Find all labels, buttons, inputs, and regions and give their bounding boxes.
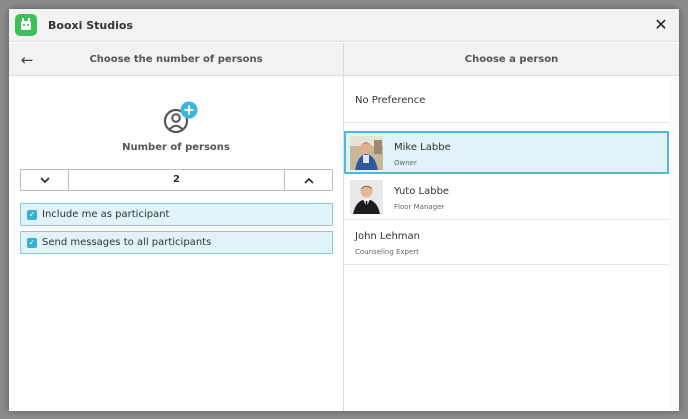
person-item-john-lehman[interactable]: John Lehman Counseling Expert <box>344 220 669 265</box>
persons-count-title: Choose the number of persons <box>89 54 263 65</box>
increment-button[interactable] <box>284 170 332 190</box>
person-role: Counseling Expert <box>355 248 419 256</box>
persons-stepper: 2 <box>20 169 333 191</box>
app-title: Booxi Studios <box>48 19 133 32</box>
scrollbar-thumb[interactable] <box>671 77 678 411</box>
no-preference-item[interactable]: No Preference <box>344 77 669 123</box>
chevron-up-icon <box>303 177 314 184</box>
choose-person-title: Choose a person <box>464 54 559 65</box>
checkbox-checked-icon[interactable]: ✓ <box>27 238 37 248</box>
close-button[interactable]: ✕ <box>651 15 671 35</box>
person-role: Floor Manager <box>394 203 445 211</box>
chevron-down-icon <box>39 176 50 183</box>
booking-dialog: Booxi Studios ✕ ← Choose the number of p… <box>9 9 679 411</box>
number-of-persons-label: Number of persons <box>122 142 230 153</box>
person-photo <box>350 136 383 170</box>
person-list-pane: No Preference Mike Labbe Owner Yuto Labb… <box>344 77 679 411</box>
add-person-icon <box>163 101 198 134</box>
person-name: Yuto Labbe <box>394 186 450 197</box>
send-messages-option[interactable]: ✓ Send messages to all participants <box>20 231 333 254</box>
section-header: ← Choose the number of persons Choose a … <box>9 43 679 76</box>
persons-count-value[interactable]: 2 <box>69 170 284 190</box>
persons-count-pane: Number of persons 2 ✓ Include me as part… <box>9 77 343 411</box>
person-role: Owner <box>394 159 417 167</box>
no-preference-label: No Preference <box>355 95 426 106</box>
include-me-label: Include me as participant <box>42 209 170 220</box>
scrollbar[interactable] <box>670 77 679 411</box>
person-item-mike-labbe[interactable]: Mike Labbe Owner <box>344 131 669 174</box>
app-logo-icon <box>15 14 37 36</box>
include-me-option[interactable]: ✓ Include me as participant <box>20 203 333 226</box>
send-messages-label: Send messages to all participants <box>42 237 212 248</box>
person-item-yuto-labbe[interactable]: Yuto Labbe Floor Manager <box>344 175 669 220</box>
decrement-button[interactable] <box>21 170 69 190</box>
checkbox-checked-icon[interactable]: ✓ <box>27 210 37 220</box>
person-photo <box>350 180 383 214</box>
person-name: Mike Labbe <box>394 142 451 153</box>
person-name: John Lehman <box>355 231 421 242</box>
title-bar: Booxi Studios ✕ <box>9 9 679 42</box>
